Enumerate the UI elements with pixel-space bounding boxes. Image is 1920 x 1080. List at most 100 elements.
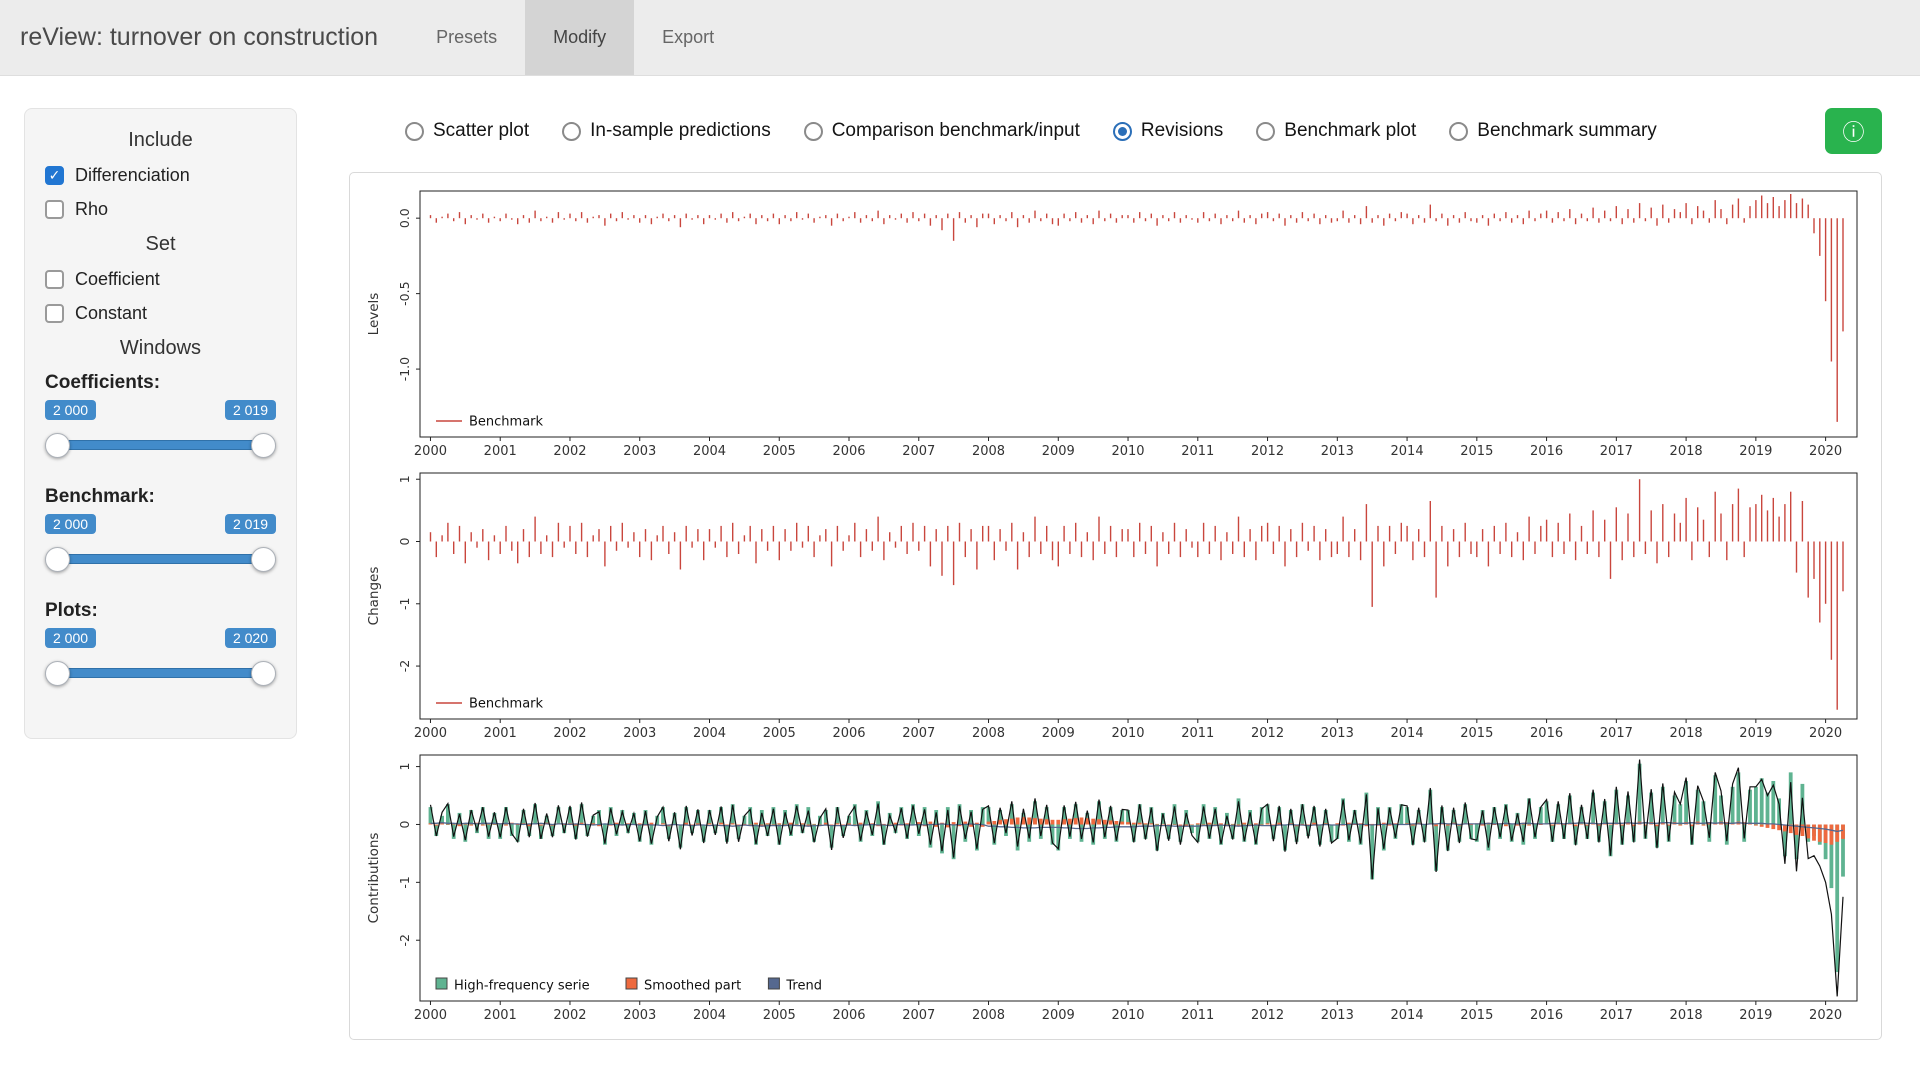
- svg-text:2019: 2019: [1739, 1008, 1772, 1023]
- radio-label: In-sample predictions: [590, 120, 771, 142]
- check-icon[interactable]: ✓: [45, 166, 64, 185]
- info-button[interactable]: ⓘ: [1825, 108, 1882, 154]
- radio-button[interactable]: [1113, 122, 1132, 141]
- svg-text:2005: 2005: [763, 444, 796, 459]
- radio-button[interactable]: [562, 122, 581, 141]
- radio-label: Benchmark plot: [1284, 120, 1416, 142]
- svg-text:2000: 2000: [414, 444, 447, 459]
- radio-button[interactable]: [1256, 122, 1275, 141]
- checkbox-label: Constant: [75, 303, 147, 324]
- svg-text:2014: 2014: [1391, 1008, 1424, 1023]
- slider-handle-left[interactable]: [45, 661, 70, 686]
- checkbox-constant[interactable]: Constant: [45, 303, 276, 324]
- svg-text:2003: 2003: [623, 726, 656, 741]
- radio-in-sample-predictions[interactable]: In-sample predictions: [562, 120, 771, 142]
- svg-text:2008: 2008: [972, 1008, 1005, 1023]
- checkbox-label: Differenciation: [75, 165, 190, 186]
- checkbox-rho[interactable]: Rho: [45, 199, 276, 220]
- svg-text:2006: 2006: [832, 726, 865, 741]
- svg-text:2013: 2013: [1321, 1008, 1354, 1023]
- svg-text:Levels: Levels: [366, 293, 382, 336]
- slider-handle-left[interactable]: [45, 547, 70, 572]
- checkbox-label: Coefficient: [75, 269, 160, 290]
- radio-label: Comparison benchmark/input: [832, 120, 1080, 142]
- svg-text:2016: 2016: [1530, 1008, 1563, 1023]
- radio-button[interactable]: [405, 122, 424, 141]
- slider-handle-left[interactable]: [45, 433, 70, 458]
- checkbox-box[interactable]: [45, 270, 64, 289]
- svg-text:-0.5: -0.5: [397, 281, 412, 305]
- svg-text:2001: 2001: [484, 444, 517, 459]
- view-radio-group: Scatter plot In-sample predictions Compari…: [405, 120, 1657, 142]
- svg-text:2008: 2008: [972, 444, 1005, 459]
- radio-label: Scatter plot: [433, 120, 529, 142]
- svg-text:2012: 2012: [1251, 1008, 1284, 1023]
- svg-text:2006: 2006: [832, 1008, 865, 1023]
- svg-text:-1.0: -1.0: [397, 357, 412, 381]
- main-area: Scatter plot In-sample predictions Compari…: [349, 108, 1882, 1040]
- checkbox-box[interactable]: [45, 304, 64, 323]
- svg-text:2012: 2012: [1251, 444, 1284, 459]
- svg-text:2001: 2001: [484, 1008, 517, 1023]
- svg-text:Changes: Changes: [366, 567, 382, 626]
- slider-bar[interactable]: [56, 668, 265, 678]
- svg-text:0: 0: [397, 820, 412, 828]
- radio-revisions[interactable]: Revisions: [1113, 120, 1223, 142]
- sliders: Coefficients:2 0002 019Benchmark:2 0002 …: [43, 372, 278, 694]
- slider-handle-right[interactable]: [251, 547, 276, 572]
- svg-text:2011: 2011: [1181, 1008, 1214, 1023]
- chart-changes: 2000200120022003200420052006200720082009…: [362, 465, 1869, 747]
- svg-text:2014: 2014: [1391, 726, 1424, 741]
- range-slider: 2 0002 019: [45, 400, 276, 466]
- tab-export[interactable]: Export: [634, 0, 742, 75]
- svg-text:2000: 2000: [414, 1008, 447, 1023]
- radio-comparison-benchmark-input[interactable]: Comparison benchmark/input: [804, 120, 1080, 142]
- svg-text:2003: 2003: [623, 444, 656, 459]
- svg-text:2010: 2010: [1111, 444, 1144, 459]
- radio-benchmark-summary[interactable]: Benchmark summary: [1449, 120, 1657, 142]
- svg-text:2011: 2011: [1181, 444, 1214, 459]
- checkbox-coefficient[interactable]: Coefficient: [45, 269, 276, 290]
- slider-to-value: 2 019: [225, 514, 276, 534]
- slider-bar[interactable]: [56, 554, 265, 564]
- svg-text:2004: 2004: [693, 726, 726, 741]
- svg-text:0: 0: [397, 537, 412, 545]
- tab-modify[interactable]: Modify: [525, 0, 634, 75]
- svg-text:2009: 2009: [1042, 1008, 1075, 1023]
- slider-handle-right[interactable]: [251, 433, 276, 458]
- svg-text:2019: 2019: [1739, 726, 1772, 741]
- range-slider: 2 0002 020: [45, 628, 276, 694]
- chart-contributions: 2000200120022003200420052006200720082009…: [362, 747, 1869, 1029]
- slider-handle-right[interactable]: [251, 661, 276, 686]
- svg-text:2017: 2017: [1600, 444, 1633, 459]
- checkbox-differenciation[interactable]: ✓ Differenciation: [45, 165, 276, 186]
- svg-text:Benchmark: Benchmark: [469, 415, 544, 430]
- svg-text:2017: 2017: [1600, 726, 1633, 741]
- radio-scatter-plot[interactable]: Scatter plot: [405, 120, 529, 142]
- svg-text:1: 1: [397, 475, 412, 483]
- svg-text:-1: -1: [397, 598, 412, 610]
- tab-presets[interactable]: Presets: [408, 0, 525, 75]
- svg-text:2009: 2009: [1042, 444, 1075, 459]
- svg-text:2019: 2019: [1739, 444, 1772, 459]
- svg-text:-2: -2: [397, 660, 412, 672]
- radio-benchmark-plot[interactable]: Benchmark plot: [1256, 120, 1416, 142]
- app: reView: turnover on construction Presets…: [0, 0, 1920, 1040]
- svg-text:-1: -1: [397, 876, 412, 888]
- include-heading: Include: [43, 129, 278, 152]
- radio-button[interactable]: [1449, 122, 1468, 141]
- svg-text:High-frequency serie: High-frequency serie: [454, 979, 590, 994]
- app-title: reView: turnover on construction: [0, 0, 408, 75]
- svg-text:2016: 2016: [1530, 726, 1563, 741]
- svg-text:2018: 2018: [1670, 726, 1703, 741]
- svg-text:Trend: Trend: [785, 979, 822, 994]
- radio-button[interactable]: [804, 122, 823, 141]
- windows-heading: Windows: [43, 337, 278, 360]
- svg-text:2007: 2007: [902, 444, 935, 459]
- checkbox-box[interactable]: [45, 200, 64, 219]
- svg-text:2020: 2020: [1809, 726, 1842, 741]
- slider-bar[interactable]: [56, 440, 265, 450]
- charts-panel: 2000200120022003200420052006200720082009…: [349, 172, 1882, 1040]
- slider-from-value: 2 000: [45, 400, 96, 420]
- chart-levels: 2000200120022003200420052006200720082009…: [362, 183, 1869, 465]
